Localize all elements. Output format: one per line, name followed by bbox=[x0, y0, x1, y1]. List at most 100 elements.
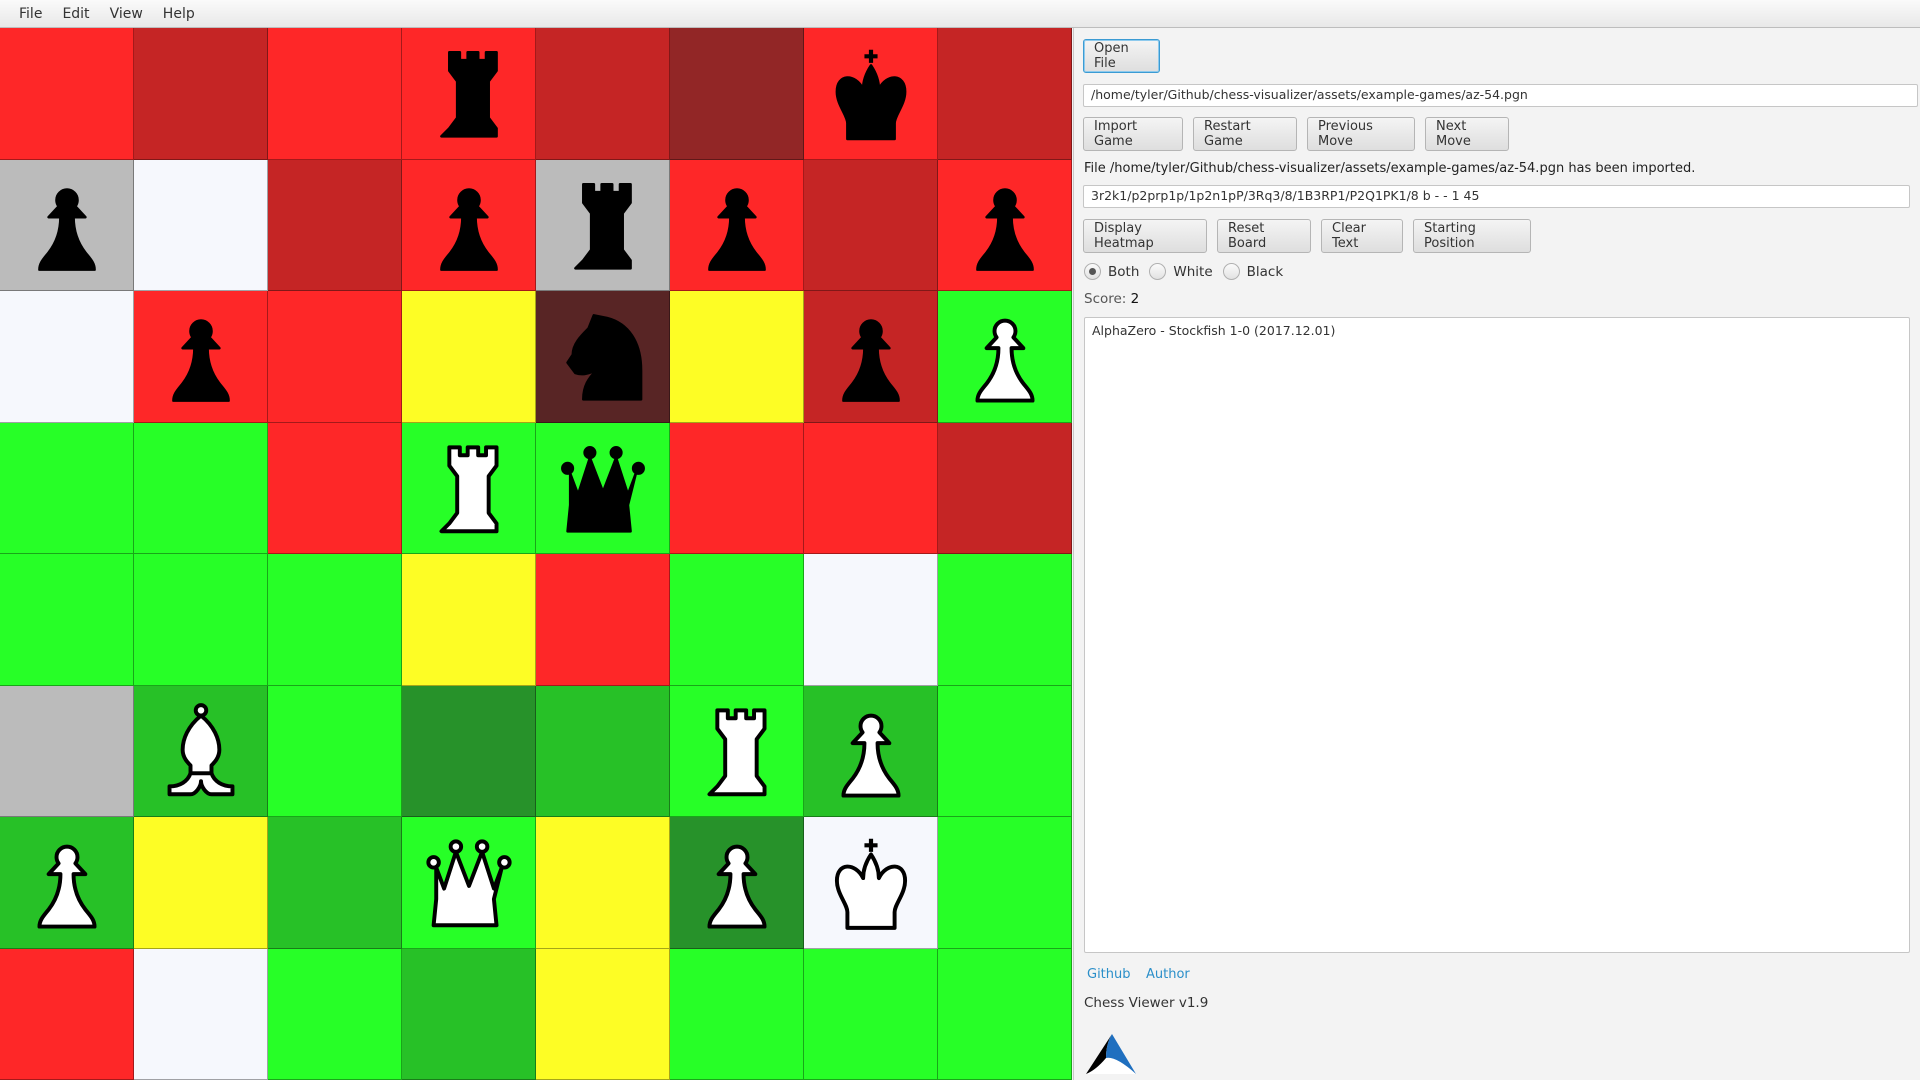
starting-position-button[interactable]: Starting Position bbox=[1413, 219, 1531, 253]
square-f3[interactable] bbox=[670, 685, 804, 817]
square-e3[interactable] bbox=[536, 685, 670, 817]
square-e4[interactable] bbox=[536, 554, 670, 686]
square-a7[interactable] bbox=[0, 159, 134, 291]
square-b4[interactable] bbox=[134, 554, 268, 686]
black-pawn-icon[interactable] bbox=[410, 166, 528, 284]
square-d2[interactable] bbox=[402, 817, 536, 949]
file-path-input[interactable]: /home/tyler/Github/chess-visualizer/asse… bbox=[1083, 84, 1918, 107]
restart-game-button[interactable]: Restart Game bbox=[1193, 117, 1297, 151]
square-e5[interactable] bbox=[536, 422, 670, 554]
author-link[interactable]: Author bbox=[1146, 967, 1190, 982]
square-b6[interactable] bbox=[134, 291, 268, 423]
white-king-icon[interactable] bbox=[812, 823, 930, 941]
square-h3[interactable] bbox=[938, 685, 1072, 817]
square-a3[interactable] bbox=[0, 685, 134, 817]
import-game-button[interactable]: Import Game bbox=[1083, 117, 1183, 151]
square-c2[interactable] bbox=[268, 817, 402, 949]
reset-board-button[interactable]: Reset Board bbox=[1217, 219, 1311, 253]
open-file-button[interactable]: Open File bbox=[1083, 39, 1160, 73]
previous-move-button[interactable]: Previous Move bbox=[1307, 117, 1415, 151]
square-b7[interactable] bbox=[134, 159, 268, 291]
white-pawn-icon[interactable] bbox=[946, 297, 1064, 415]
square-f1[interactable] bbox=[670, 948, 804, 1080]
white-pawn-icon[interactable] bbox=[678, 823, 796, 941]
white-rook-icon[interactable] bbox=[410, 429, 528, 547]
square-e2[interactable] bbox=[536, 817, 670, 949]
square-d4[interactable] bbox=[402, 554, 536, 686]
menu-view[interactable]: View bbox=[100, 6, 153, 22]
black-pawn-icon[interactable] bbox=[8, 166, 126, 284]
chess-board-heatmap[interactable] bbox=[0, 28, 1072, 1080]
square-b2[interactable] bbox=[134, 817, 268, 949]
square-c6[interactable] bbox=[268, 291, 402, 423]
square-h6[interactable] bbox=[938, 291, 1072, 423]
square-f2[interactable] bbox=[670, 817, 804, 949]
white-bishop-icon[interactable] bbox=[142, 692, 260, 810]
square-d6[interactable] bbox=[402, 291, 536, 423]
square-a6[interactable] bbox=[0, 291, 134, 423]
square-d5[interactable] bbox=[402, 422, 536, 554]
square-e1[interactable] bbox=[536, 948, 670, 1080]
square-f5[interactable] bbox=[670, 422, 804, 554]
square-h1[interactable] bbox=[938, 948, 1072, 1080]
next-move-button[interactable]: Next Move bbox=[1425, 117, 1509, 151]
display-heatmap-button[interactable]: Display Heatmap bbox=[1083, 219, 1207, 253]
square-f6[interactable] bbox=[670, 291, 804, 423]
square-g7[interactable] bbox=[804, 159, 938, 291]
square-f4[interactable] bbox=[670, 554, 804, 686]
white-rook-icon[interactable] bbox=[678, 692, 796, 810]
radio-indicator[interactable] bbox=[1222, 263, 1240, 280]
square-e6[interactable] bbox=[536, 291, 670, 423]
square-a2[interactable] bbox=[0, 817, 134, 949]
white-pawn-icon[interactable] bbox=[8, 823, 126, 941]
square-e8[interactable] bbox=[536, 28, 670, 160]
clear-text-button[interactable]: Clear Text bbox=[1321, 219, 1403, 253]
square-d3[interactable] bbox=[402, 685, 536, 817]
square-a4[interactable] bbox=[0, 554, 134, 686]
black-pawn-icon[interactable] bbox=[678, 166, 796, 284]
menu-file[interactable]: File bbox=[9, 6, 52, 22]
menu-edit[interactable]: Edit bbox=[52, 6, 99, 22]
black-knight-icon[interactable] bbox=[544, 297, 662, 415]
black-pawn-icon[interactable] bbox=[812, 297, 930, 415]
radio-white[interactable]: White bbox=[1149, 263, 1213, 280]
black-pawn-icon[interactable] bbox=[946, 166, 1064, 284]
radio-indicator[interactable] bbox=[1084, 263, 1101, 280]
square-f7[interactable] bbox=[670, 159, 804, 291]
square-b8[interactable] bbox=[134, 28, 268, 160]
square-b1[interactable] bbox=[134, 948, 268, 1080]
square-d7[interactable] bbox=[402, 159, 536, 291]
square-a8[interactable] bbox=[0, 28, 134, 160]
square-c4[interactable] bbox=[268, 554, 402, 686]
square-h4[interactable] bbox=[938, 554, 1072, 686]
square-c5[interactable] bbox=[268, 422, 402, 554]
square-a5[interactable] bbox=[0, 422, 134, 554]
fen-input[interactable]: 3r2k1/p2prp1p/1p2n1pP/3Rq3/8/1B3RP1/P2Q1… bbox=[1083, 185, 1910, 208]
github-link[interactable]: Github bbox=[1087, 967, 1131, 982]
square-g5[interactable] bbox=[804, 422, 938, 554]
square-h8[interactable] bbox=[938, 28, 1072, 160]
square-a1[interactable] bbox=[0, 948, 134, 1080]
square-g6[interactable] bbox=[804, 291, 938, 423]
black-queen-icon[interactable] bbox=[544, 429, 662, 547]
square-c7[interactable] bbox=[268, 159, 402, 291]
square-g3[interactable] bbox=[804, 685, 938, 817]
black-pawn-icon[interactable] bbox=[142, 297, 260, 415]
black-king-icon[interactable] bbox=[812, 34, 930, 152]
square-b5[interactable] bbox=[134, 422, 268, 554]
square-h5[interactable] bbox=[938, 422, 1072, 554]
square-c1[interactable] bbox=[268, 948, 402, 1080]
square-d1[interactable] bbox=[402, 948, 536, 1080]
radio-indicator[interactable] bbox=[1149, 263, 1167, 280]
square-d8[interactable] bbox=[402, 28, 536, 160]
square-g4[interactable] bbox=[804, 554, 938, 686]
square-h2[interactable] bbox=[938, 817, 1072, 949]
black-rook-icon[interactable] bbox=[544, 166, 662, 284]
square-e7[interactable] bbox=[536, 159, 670, 291]
radio-black[interactable]: Black bbox=[1222, 263, 1283, 280]
white-pawn-icon[interactable] bbox=[812, 692, 930, 810]
radio-both[interactable]: Both bbox=[1084, 263, 1139, 280]
square-g8[interactable] bbox=[804, 28, 938, 160]
square-f8[interactable] bbox=[670, 28, 804, 160]
square-h7[interactable] bbox=[938, 159, 1072, 291]
